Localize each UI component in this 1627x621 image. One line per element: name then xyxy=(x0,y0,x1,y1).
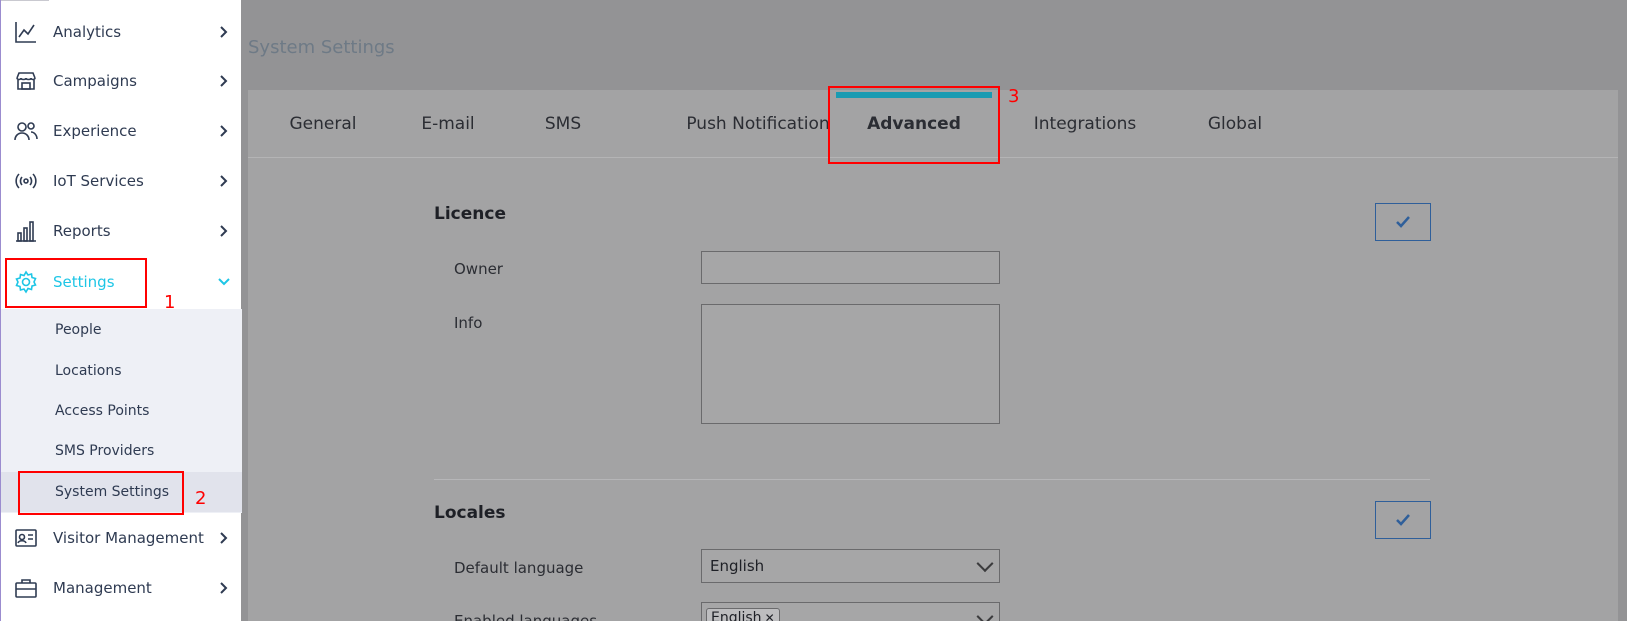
annotation-box-system-settings xyxy=(18,471,184,515)
tab-label: Push Notification xyxy=(686,114,830,134)
tab-email[interactable]: E-mail xyxy=(398,90,498,158)
locales-section-title: Locales xyxy=(434,503,506,523)
tab-label: E-mail xyxy=(421,114,475,134)
sidebar-item-label: Campaigns xyxy=(53,72,138,90)
briefcase-icon xyxy=(13,575,39,601)
info-textarea[interactable] xyxy=(701,304,1000,424)
sidebar-item-label: Experience xyxy=(53,122,137,140)
sidebar: Analytics Campaigns Experience IoT Servi… xyxy=(0,0,242,621)
chevron-right-icon xyxy=(220,225,228,237)
tab-integrations[interactable]: Integrations xyxy=(1010,90,1160,158)
tab-sms[interactable]: SMS xyxy=(518,90,608,158)
chevron-right-icon xyxy=(220,532,228,544)
sidebar-item-visitor-management[interactable]: Visitor Management xyxy=(1,513,242,563)
tab-global[interactable]: Global xyxy=(1180,90,1290,158)
sidebar-item-experience[interactable]: Experience xyxy=(1,106,242,156)
sidebar-item-label: IoT Services xyxy=(53,172,144,190)
licence-save-button[interactable] xyxy=(1375,203,1431,241)
check-icon xyxy=(1396,216,1410,228)
annotation-box-settings xyxy=(5,258,147,308)
sidebar-item-label: Reports xyxy=(53,222,111,240)
chevron-right-icon xyxy=(220,582,228,594)
sidebar-item-label: Analytics xyxy=(53,23,122,41)
remove-tag-icon[interactable]: ✕ xyxy=(765,611,775,621)
sidebar-subitem-label: Locations xyxy=(55,363,122,379)
owner-input[interactable] xyxy=(701,251,1000,284)
sidebar-subitem-access-points[interactable]: Access Points xyxy=(1,391,242,431)
chevron-down-icon xyxy=(976,608,994,621)
chevron-right-icon xyxy=(220,125,228,137)
tab-general[interactable]: General xyxy=(268,90,378,158)
sidebar-item-campaigns[interactable]: Campaigns xyxy=(1,56,242,106)
tab-label: General xyxy=(289,114,357,134)
enabled-languages-label: Enabled languages xyxy=(454,612,598,621)
id-card-icon xyxy=(13,525,39,551)
section-divider xyxy=(434,479,1430,480)
default-language-select[interactable]: English xyxy=(701,549,1000,583)
store-icon xyxy=(13,68,39,94)
page-title: System Settings xyxy=(248,37,395,58)
sidebar-subitem-sms-providers[interactable]: SMS Providers xyxy=(1,431,242,471)
chevron-right-icon xyxy=(220,26,228,38)
annotation-number-2: 2 xyxy=(195,488,207,509)
sidebar-item-label: Visitor Management xyxy=(53,529,204,547)
users-icon xyxy=(13,118,39,144)
sidebar-subitem-people[interactable]: People xyxy=(1,310,242,350)
sidebar-item-label: Management xyxy=(53,579,152,597)
sidebar-subitem-label: Access Points xyxy=(55,403,150,419)
tab-label: Integrations xyxy=(1033,114,1137,134)
language-tag[interactable]: English ✕ xyxy=(706,608,780,621)
tab-label: SMS xyxy=(544,114,582,134)
default-language-value: English xyxy=(710,557,765,575)
sidebar-item-analytics[interactable]: Analytics xyxy=(1,7,242,57)
settings-card: General E-mail SMS Push Notification Adv… xyxy=(248,90,1618,621)
tab-label: Global xyxy=(1207,114,1263,134)
chevron-right-icon xyxy=(220,75,228,87)
owner-label: Owner xyxy=(454,260,503,278)
sidebar-item-iot-services[interactable]: IoT Services xyxy=(1,156,242,206)
default-language-label: Default language xyxy=(454,559,584,577)
chart-line-icon xyxy=(13,19,39,45)
sidebar-subitem-label: People xyxy=(55,322,102,338)
chevron-down-icon xyxy=(976,555,994,573)
sidebar-subitem-label: SMS Providers xyxy=(55,443,155,459)
chevron-down-icon xyxy=(218,278,230,286)
sidebar-subitem-locations[interactable]: Locations xyxy=(1,351,242,391)
annotation-number-3: 3 xyxy=(1008,86,1020,107)
annotation-number-1: 1 xyxy=(164,292,176,313)
language-tag-label: English xyxy=(711,610,762,621)
bar-chart-icon xyxy=(13,218,39,244)
sidebar-item-reports[interactable]: Reports xyxy=(1,206,242,256)
check-icon xyxy=(1396,514,1410,526)
sidebar-top-line xyxy=(1,0,49,1)
info-label: Info xyxy=(454,314,483,332)
locales-save-button[interactable] xyxy=(1375,501,1431,539)
sidebar-item-management[interactable]: Management xyxy=(1,563,242,613)
broadcast-icon xyxy=(13,168,39,194)
licence-section-title: Licence xyxy=(434,204,506,224)
annotation-box-advanced-tab xyxy=(828,86,1000,164)
chevron-right-icon xyxy=(220,175,228,187)
